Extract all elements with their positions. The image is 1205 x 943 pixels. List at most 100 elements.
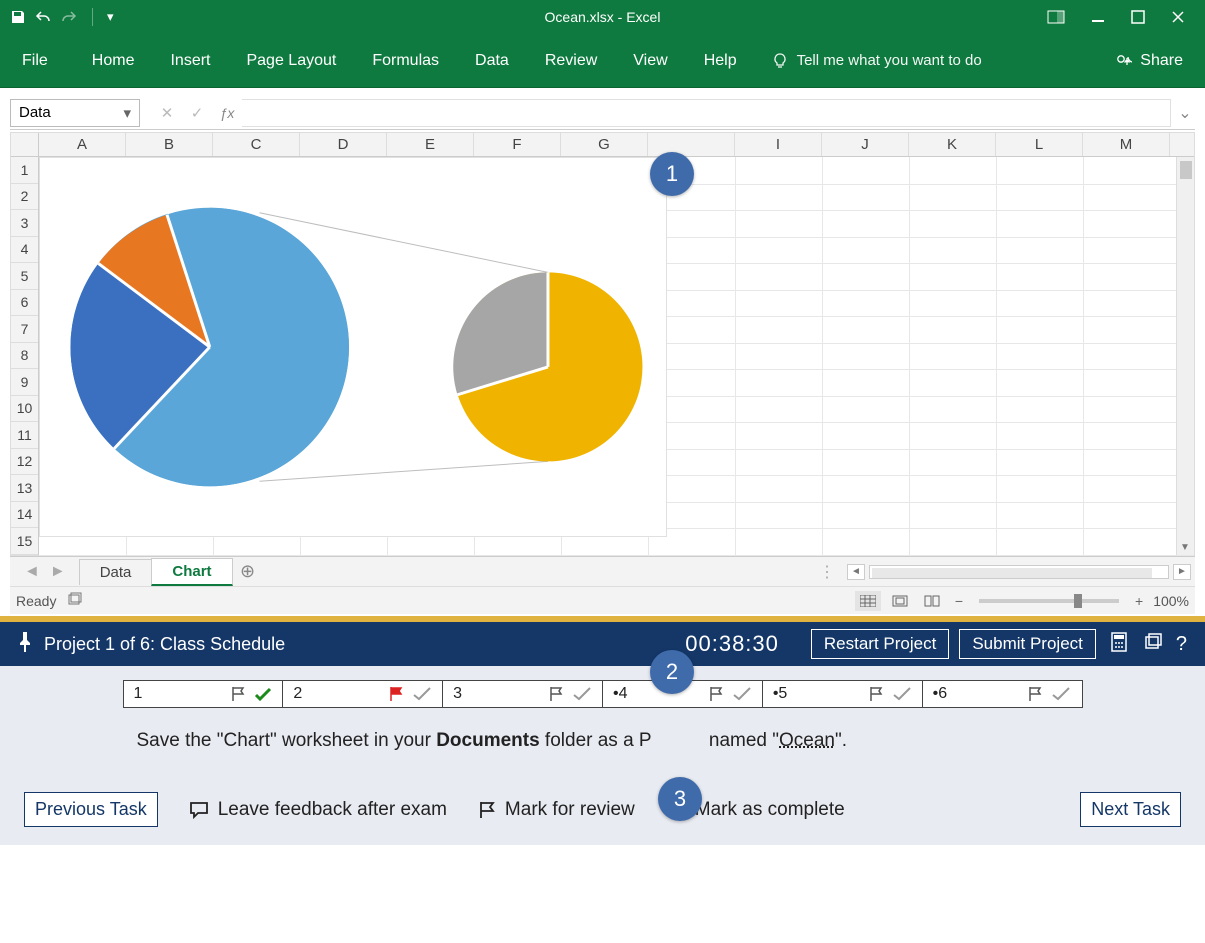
col-header[interactable]: M [1083,133,1170,156]
view-page-layout-icon[interactable] [887,591,913,611]
previous-task-button[interactable]: Previous Task [24,792,158,827]
restart-project-button[interactable]: Restart Project [811,629,949,659]
enter-formula-icon[interactable]: ✓ [182,104,212,122]
macro-record-icon[interactable] [68,592,84,609]
worksheet-area: A B C D E F G I J K L M 1 2 3 4 5 6 7 8 … [10,132,1195,556]
col-header[interactable]: L [996,133,1083,156]
row-header[interactable]: 8 [11,343,38,370]
zoom-in-icon[interactable]: + [1131,593,1147,609]
col-header[interactable]: I [735,133,822,156]
zoom-level[interactable]: 100% [1153,593,1189,609]
mark-for-review-link[interactable]: Mark for review [477,799,635,821]
row-header[interactable]: 9 [11,369,38,396]
formula-input[interactable] [242,99,1171,127]
row-header[interactable]: 5 [11,263,38,290]
col-header[interactable]: G [561,133,648,156]
name-box[interactable]: Data ▾ [10,99,140,127]
row-header[interactable]: 7 [11,316,38,343]
zoom-out-icon[interactable]: − [951,593,967,609]
row-header[interactable]: 14 [11,502,38,529]
restore-window-icon[interactable] [1142,633,1162,656]
formula-expand-icon[interactable]: ⌄ [1175,103,1195,123]
hscroll-right-icon[interactable]: ► [1173,564,1191,580]
undo-icon[interactable] [34,9,52,25]
pin-icon[interactable] [18,632,32,657]
sheet-nav-next-icon[interactable]: ► [50,563,66,581]
tab-help[interactable]: Help [686,34,755,88]
close-icon[interactable] [1171,10,1185,24]
row-header[interactable]: 6 [11,290,38,317]
col-header[interactable]: J [822,133,909,156]
task-tab-6[interactable]: •6 [923,681,1082,707]
col-header[interactable]: A [39,133,126,156]
col-header[interactable]: C [213,133,300,156]
flag-icon [708,686,726,702]
row-header[interactable]: 1 [11,157,38,184]
task-tab-2[interactable]: 2 [283,681,443,707]
tab-page-layout[interactable]: Page Layout [228,34,354,88]
vertical-scrollbar[interactable]: ▼ [1176,157,1194,555]
row-header[interactable]: 10 [11,396,38,423]
cell-grid[interactable] [39,157,1194,555]
callout-3: 3 [658,777,702,821]
help-icon[interactable]: ? [1176,633,1187,656]
sheet-tab-chart[interactable]: Chart [151,558,232,586]
calculator-icon[interactable] [1110,632,1128,657]
task-tab-3[interactable]: 3 [443,681,603,707]
col-header[interactable]: F [474,133,561,156]
callout-2: 2 [650,650,694,694]
tab-review[interactable]: Review [527,34,615,88]
flag-icon [868,686,886,702]
tab-scroll-dots: ⋮ [811,562,843,582]
new-sheet-icon[interactable]: ⊕ [233,561,263,582]
sheet-tab-bar: ◄ ► Data Chart ⊕ ⋮ ◄ ► [10,556,1195,586]
tab-file[interactable]: File [0,34,74,88]
tab-formulas[interactable]: Formulas [354,34,457,88]
sheet-nav-prev-icon[interactable]: ◄ [24,563,40,581]
tab-data[interactable]: Data [457,34,527,88]
col-header[interactable] [648,133,735,156]
tab-view[interactable]: View [615,34,685,88]
col-header[interactable]: D [300,133,387,156]
customize-qa-icon[interactable]: ▾ [107,9,114,25]
col-header[interactable]: K [909,133,996,156]
row-header[interactable]: 13 [11,475,38,502]
redo-icon[interactable] [60,9,78,25]
save-icon[interactable] [10,9,26,25]
tell-me-search[interactable]: Tell me what you want to do [755,52,982,70]
row-header[interactable]: 2 [11,184,38,211]
row-header[interactable]: 12 [11,449,38,476]
flag-icon [477,801,497,819]
horizontal-scrollbar[interactable] [869,565,1169,579]
sheet-tab-data[interactable]: Data [79,559,153,585]
leave-feedback-link[interactable]: Leave feedback after exam [188,799,447,821]
tab-insert[interactable]: Insert [152,34,228,88]
row-header[interactable]: 15 [11,528,38,555]
select-all-corner[interactable] [11,133,39,156]
cancel-formula-icon[interactable]: ✕ [152,104,182,122]
share-button[interactable]: Share [1114,52,1205,70]
zoom-slider[interactable] [979,599,1119,603]
view-normal-icon[interactable] [855,591,881,611]
view-page-break-icon[interactable] [919,591,945,611]
embedded-chart[interactable] [39,157,667,537]
next-task-button[interactable]: Next Task [1080,792,1181,827]
insert-function-icon[interactable]: ƒx [212,105,242,121]
col-header[interactable]: E [387,133,474,156]
ribbon-display-icon[interactable] [1047,10,1065,24]
task-panel: 1 2 3 •4 [0,666,1205,845]
tab-home[interactable]: Home [74,34,153,88]
check-outline-icon [1051,686,1071,702]
minimize-icon[interactable] [1091,10,1105,24]
task-tab-1[interactable]: 1 [124,681,284,707]
row-header[interactable]: 11 [11,422,38,449]
col-header[interactable]: B [126,133,213,156]
hscroll-left-icon[interactable]: ◄ [847,564,865,580]
submit-project-button[interactable]: Submit Project [959,629,1096,659]
maximize-icon[interactable] [1131,10,1145,24]
task-tab-5[interactable]: •5 [763,681,923,707]
row-header[interactable]: 4 [11,237,38,264]
flag-icon [548,686,566,702]
row-header[interactable]: 3 [11,210,38,237]
title-bar: ▾ Ocean.xlsx - Excel [0,0,1205,34]
